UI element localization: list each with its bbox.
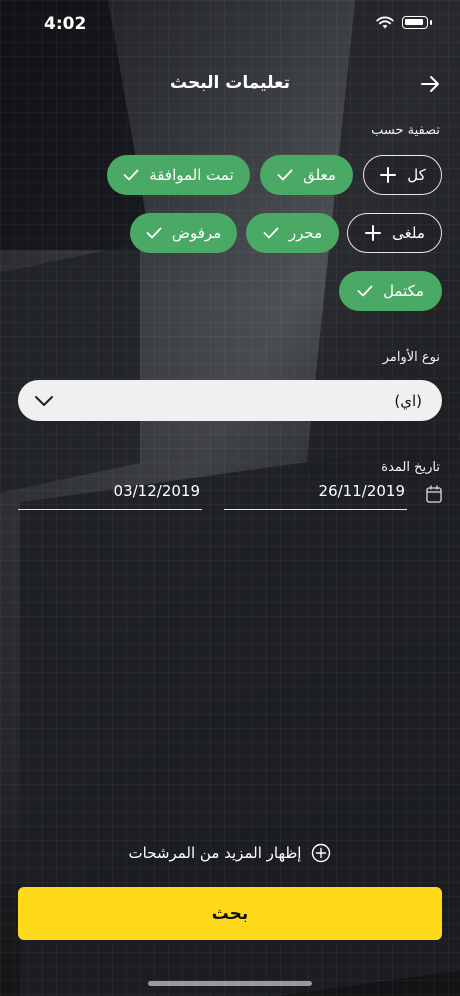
plus-icon bbox=[380, 167, 397, 183]
plus-icon bbox=[365, 225, 382, 241]
more-filters-label: إظهار المزيد من المرشحات bbox=[128, 844, 302, 862]
filter-chip-cancelled[interactable]: ملغى bbox=[347, 213, 442, 253]
filter-chip-completed[interactable]: مكتمل bbox=[339, 271, 442, 311]
order-type-label: نوع الأوامر bbox=[382, 350, 440, 365]
date-to-field[interactable]: 03/12/2019 bbox=[18, 482, 202, 510]
calendar-icon[interactable] bbox=[426, 485, 442, 503]
wifi-icon bbox=[376, 16, 394, 29]
back-arrow-icon[interactable] bbox=[416, 70, 444, 98]
order-type-select[interactable]: (اي) bbox=[18, 380, 442, 421]
filter-chip-approved[interactable]: تمت الموافقة bbox=[107, 155, 250, 195]
chip-label: تمت الموافقة bbox=[149, 166, 234, 184]
search-button-label: بحث bbox=[211, 903, 249, 924]
chip-label: ملغى bbox=[392, 224, 425, 242]
check-icon bbox=[277, 169, 293, 181]
battery-cap bbox=[430, 20, 432, 25]
show-more-filters[interactable]: إظهار المزيد من المرشحات bbox=[0, 843, 460, 863]
check-icon bbox=[263, 227, 279, 239]
filter-chip-all[interactable]: كل bbox=[363, 155, 442, 195]
check-icon bbox=[123, 169, 139, 181]
chip-label: مرفوض bbox=[171, 224, 222, 242]
chevron-down-icon bbox=[35, 395, 53, 406]
chip-label: معلق bbox=[303, 166, 336, 184]
plus-circle-icon bbox=[312, 843, 331, 863]
date-from-field[interactable]: 26/11/2019 bbox=[224, 482, 407, 510]
filter-chip-pending[interactable]: معلق bbox=[260, 155, 353, 195]
chip-label: مكتمل bbox=[383, 282, 424, 300]
search-button[interactable]: بحث bbox=[18, 887, 442, 940]
filter-label: تصفية حسب bbox=[371, 123, 440, 138]
chip-label: محرر bbox=[288, 224, 323, 242]
chip-label: كل bbox=[407, 166, 426, 184]
page-title: تعليمات البحث bbox=[169, 73, 291, 93]
status-icons bbox=[376, 16, 432, 29]
filter-chip-edited[interactable]: محرر bbox=[246, 213, 339, 253]
battery-icon bbox=[402, 16, 428, 29]
filter-chip-rejected[interactable]: مرفوض bbox=[130, 213, 237, 253]
date-range-label: تاريخ المدة bbox=[381, 460, 440, 475]
check-icon bbox=[357, 285, 373, 297]
check-icon bbox=[146, 227, 162, 239]
home-indicator bbox=[148, 981, 312, 986]
order-type-value: (اي) bbox=[394, 391, 422, 410]
status-time: 4:02 bbox=[44, 14, 87, 34]
